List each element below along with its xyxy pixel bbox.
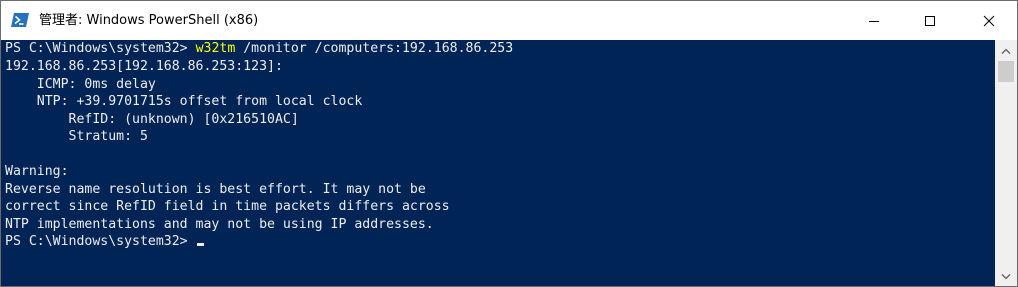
close-icon bbox=[983, 15, 995, 27]
text-cursor bbox=[196, 243, 204, 246]
chevron-up-icon bbox=[1001, 41, 1011, 59]
console-line: Warning: bbox=[5, 164, 69, 179]
maximize-button[interactable] bbox=[905, 1, 955, 40]
window-title: 管理者: Windows PowerShell (x86) bbox=[39, 13, 259, 28]
console-line: RefID: (unknown) [0x216510AC] bbox=[5, 111, 299, 127]
console-line-prompt[interactable]: PS C:\Windows\system32> bbox=[5, 233, 204, 250]
maximize-icon bbox=[924, 15, 936, 27]
command-name: w32tm bbox=[195, 41, 236, 56]
command-args: /monitor /computers:192.168.86.253 bbox=[235, 41, 514, 56]
scroll-down-button[interactable] bbox=[995, 266, 1017, 286]
console-line: NTP: +39.9701715s offset from local cloc… bbox=[5, 94, 363, 109]
console-line: Reverse name resolution is best effort. … bbox=[5, 181, 426, 197]
scroll-up-button[interactable] bbox=[995, 40, 1017, 60]
prompt: PS C:\Windows\system32> bbox=[5, 41, 196, 56]
console-line: Stratum: 5 bbox=[5, 129, 148, 144]
console-line: NTP implementations and may not be using… bbox=[5, 216, 434, 232]
console-line-command: PS C:\Windows\system32> w32tm /monitor /… bbox=[5, 40, 513, 57]
console-line: ICMP: 0ms delay bbox=[5, 76, 156, 92]
vertical-scrollbar[interactable] bbox=[995, 40, 1017, 286]
console-line: correct since RefID field in time packet… bbox=[5, 199, 450, 214]
console-line: 192.168.86.253[192.168.86.253:123]: bbox=[5, 59, 283, 74]
prompt: PS C:\Windows\system32> bbox=[5, 234, 196, 249]
powershell-window: 管理者: Windows PowerShell (x86) PS C:\Wind… bbox=[0, 0, 1018, 287]
scroll-thumb[interactable] bbox=[998, 61, 1014, 82]
minimize-icon bbox=[868, 15, 880, 27]
console-output-area[interactable]: PS C:\Windows\system32> w32tm /monitor /… bbox=[1, 40, 995, 286]
close-button[interactable] bbox=[961, 1, 1017, 40]
powershell-icon[interactable] bbox=[11, 12, 29, 28]
title-bar[interactable]: 管理者: Windows PowerShell (x86) bbox=[1, 1, 1017, 40]
minimize-button[interactable] bbox=[849, 1, 899, 40]
chevron-down-icon bbox=[1001, 267, 1011, 285]
